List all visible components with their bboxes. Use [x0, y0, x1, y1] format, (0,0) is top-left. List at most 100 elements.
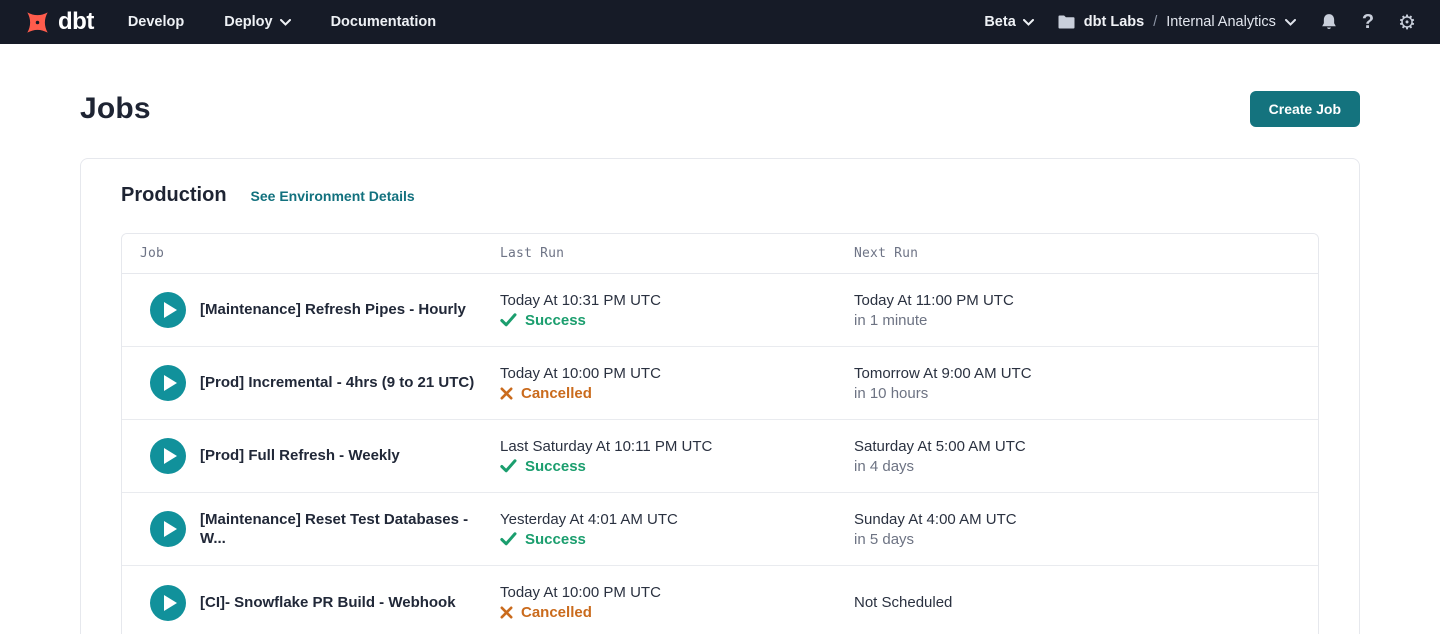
row-chevron-cell: [1194, 592, 1319, 614]
beta-label: Beta: [984, 14, 1015, 30]
last-run-status-label: Success: [525, 531, 586, 548]
notifications-button[interactable]: [1320, 13, 1338, 32]
success-icon: [500, 459, 517, 473]
navbar-right: Beta dbt Labs / Internal Analytics ? ⚙: [984, 11, 1416, 34]
play-cell: [122, 438, 200, 474]
chevron-down-icon: [280, 19, 291, 26]
help-button[interactable]: ?: [1362, 11, 1374, 34]
next-run-cell: Sunday At 4:00 AM UTC in 5 days: [854, 511, 1194, 548]
success-icon: [500, 532, 517, 546]
job-name[interactable]: [CI]- Snowflake PR Build - Webhook: [200, 593, 500, 613]
last-run-status: Cancelled: [500, 604, 854, 621]
last-run-time: Today At 10:00 PM UTC: [500, 584, 854, 601]
next-run-relative: in 4 days: [854, 458, 1194, 475]
main-content: Jobs Create Job Production See Environme…: [0, 91, 1440, 634]
account-breadcrumb[interactable]: dbt Labs / Internal Analytics: [1058, 14, 1296, 30]
job-row[interactable]: [Maintenance] Reset Test Databases - W..…: [122, 493, 1318, 566]
success-icon: [500, 313, 517, 327]
play-icon: [164, 448, 177, 464]
play-icon: [164, 521, 177, 537]
jobs-table-header: Job Last Run Next Run: [122, 234, 1318, 274]
next-run-cell: Today At 11:00 PM UTC in 1 minute: [854, 292, 1194, 329]
jobs-table-body: [Maintenance] Refresh Pipes - Hourly Tod…: [122, 274, 1318, 634]
dbt-logo-text: dbt: [58, 10, 94, 34]
next-run-cell: Tomorrow At 9:00 AM UTC in 10 hours: [854, 365, 1194, 402]
beta-dropdown[interactable]: Beta: [984, 14, 1033, 30]
run-now-button[interactable]: [150, 438, 186, 474]
job-name[interactable]: [Maintenance] Refresh Pipes - Hourly: [200, 300, 500, 320]
environment-details-link[interactable]: See Environment Details: [251, 188, 415, 204]
next-run-time: Today At 11:00 PM UTC: [854, 292, 1194, 309]
nav-item-develop[interactable]: Develop: [128, 14, 184, 30]
next-run-relative: in 5 days: [854, 531, 1194, 548]
dbt-logo[interactable]: dbt: [24, 9, 94, 36]
next-run-time: Not Scheduled: [854, 594, 1194, 611]
jobs-table: Job Last Run Next Run [Maintenance] Refr…: [121, 233, 1319, 634]
next-run-time: Saturday At 5:00 AM UTC: [854, 438, 1194, 455]
run-now-button[interactable]: [150, 292, 186, 328]
last-run-cell: Today At 10:00 PM UTC Cancelled: [500, 584, 854, 621]
job-row[interactable]: [CI]- Snowflake PR Build - Webhook Today…: [122, 566, 1318, 634]
next-run-cell: Not Scheduled: [854, 594, 1194, 611]
last-run-status-label: Success: [525, 458, 586, 475]
environment-card: Production See Environment Details Job L…: [80, 158, 1360, 634]
last-run-time: Today At 10:00 PM UTC: [500, 365, 854, 382]
nav-links: Develop Deploy Documentation: [128, 14, 436, 30]
job-row[interactable]: [Prod] Incremental - 4hrs (9 to 21 UTC) …: [122, 347, 1318, 420]
cancelled-icon: [500, 606, 513, 619]
last-run-status: Cancelled: [500, 385, 854, 402]
run-now-button[interactable]: [150, 365, 186, 401]
next-run-time: Sunday At 4:00 AM UTC: [854, 511, 1194, 528]
job-name[interactable]: [Maintenance] Reset Test Databases - W..…: [200, 510, 500, 549]
nav-item-documentation[interactable]: Documentation: [331, 14, 437, 30]
last-run-cell: Last Saturday At 10:11 PM UTC Success: [500, 438, 854, 475]
next-run-relative: in 10 hours: [854, 385, 1194, 402]
nav-item-deploy-label: Deploy: [224, 14, 272, 30]
folder-icon: [1058, 15, 1075, 29]
last-run-cell: Yesterday At 4:01 AM UTC Success: [500, 511, 854, 548]
play-icon: [164, 595, 177, 611]
play-icon: [164, 302, 177, 318]
run-now-button[interactable]: [150, 511, 186, 547]
bell-icon: [1320, 13, 1338, 32]
row-chevron-cell: [1194, 445, 1319, 467]
play-cell: [122, 585, 200, 621]
next-run-relative: in 1 minute: [854, 312, 1194, 329]
last-run-status-label: Cancelled: [521, 604, 592, 621]
nav-item-deploy[interactable]: Deploy: [224, 14, 290, 30]
play-cell: [122, 292, 200, 328]
column-header-next-run: Next Run: [854, 246, 1194, 261]
last-run-cell: Today At 10:00 PM UTC Cancelled: [500, 365, 854, 402]
dbt-logo-icon: [24, 9, 51, 36]
job-row[interactable]: [Maintenance] Refresh Pipes - Hourly Tod…: [122, 274, 1318, 347]
breadcrumb-separator: /: [1153, 14, 1157, 30]
next-run-time: Tomorrow At 9:00 AM UTC: [854, 365, 1194, 382]
last-run-status: Success: [500, 458, 854, 475]
gear-icon: ⚙: [1398, 12, 1416, 32]
last-run-status: Success: [500, 312, 854, 329]
last-run-time: Today At 10:31 PM UTC: [500, 292, 854, 309]
row-chevron-cell: [1194, 518, 1319, 540]
last-run-cell: Today At 10:31 PM UTC Success: [500, 292, 854, 329]
settings-button[interactable]: ⚙: [1398, 12, 1416, 32]
create-job-button[interactable]: Create Job: [1250, 91, 1360, 127]
next-run-cell: Saturday At 5:00 AM UTC in 4 days: [854, 438, 1194, 475]
top-navbar: dbt Develop Deploy Documentation Beta db…: [0, 0, 1440, 44]
environment-header: Production See Environment Details: [121, 184, 1319, 207]
job-row[interactable]: [Prod] Full Refresh - Weekly Last Saturd…: [122, 420, 1318, 493]
column-header-job: Job: [122, 246, 500, 261]
page-title: Jobs: [80, 92, 151, 126]
play-icon: [164, 375, 177, 391]
environment-name: Production: [121, 184, 227, 207]
last-run-time: Last Saturday At 10:11 PM UTC: [500, 438, 854, 455]
row-chevron-cell: [1194, 372, 1319, 394]
play-cell: [122, 365, 200, 401]
job-name[interactable]: [Prod] Full Refresh - Weekly: [200, 446, 500, 466]
row-chevron-cell: [1194, 299, 1319, 321]
cancelled-icon: [500, 387, 513, 400]
account-name: dbt Labs: [1084, 14, 1144, 30]
last-run-status-label: Cancelled: [521, 385, 592, 402]
run-now-button[interactable]: [150, 585, 186, 621]
job-name[interactable]: [Prod] Incremental - 4hrs (9 to 21 UTC): [200, 373, 500, 393]
last-run-status-label: Success: [525, 312, 586, 329]
